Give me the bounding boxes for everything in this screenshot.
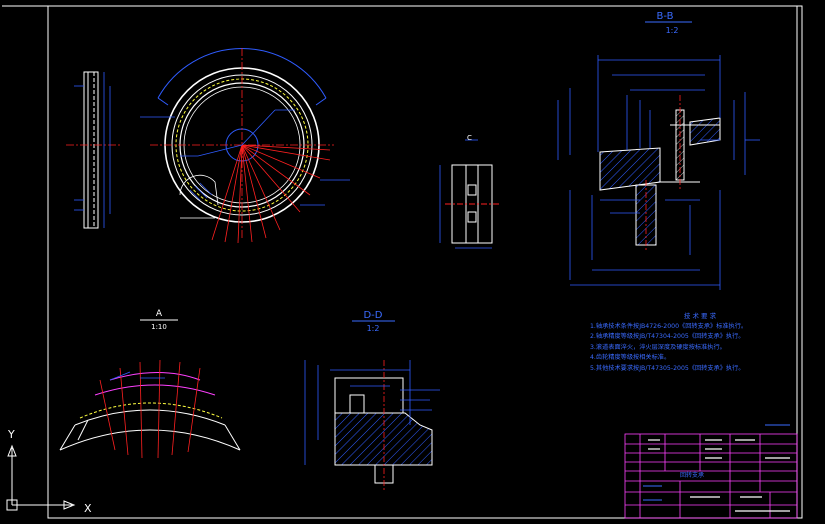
title-block	[624, 424, 798, 519]
technical-requirements: 技 术 要 求 1.轴承技术条件按JB4726-2000《回转支承》标准执行。 …	[590, 311, 790, 374]
section-bb-scale: 1:2	[666, 26, 679, 35]
section-bb-view: B-B 1:2	[557, 11, 760, 290]
tech-req-item: 5.其他技术要求按JB/T47305-2005《回转支承》执行。	[590, 364, 745, 372]
tech-req-item: 1.轴承技术条件按JB4726-2000《回转支承》标准执行。	[590, 322, 748, 330]
ucs-icon	[6, 444, 76, 511]
tech-req-item: 2.轴承精度等级按JB/T47304-2005《回转支承》执行。	[590, 333, 745, 340]
ring-side-view	[66, 71, 122, 229]
ucs-y-label: Y	[7, 428, 15, 441]
title-block-part-name: 回转支承	[680, 471, 704, 479]
section-dd-view: D-D 1:2	[304, 310, 440, 490]
detail-a-title: A	[156, 309, 163, 319]
tech-req-item: 4.齿轮精度等级按相关标准。	[590, 354, 671, 361]
ring-plan-view	[140, 47, 350, 244]
small-view-c: C	[439, 134, 500, 249]
tech-req-heading: 技 术 要 求	[683, 312, 717, 320]
detail-a-scale: 1:10	[151, 323, 167, 331]
cad-drawing-canvas[interactable]: C B-B 1:2 A 1:10 D-D 1:2 回转支承 Y X	[0, 0, 825, 524]
small-view-c-label: C	[467, 134, 472, 142]
ucs-x-label: X	[84, 502, 92, 515]
section-bb-title: B-B	[657, 11, 674, 22]
detail-a-view: A 1:10	[59, 309, 241, 459]
section-dd-scale: 1:2	[367, 324, 380, 333]
tech-req-item: 3.滚道表面淬火，淬火层深度及硬度按标准执行。	[590, 343, 726, 351]
section-dd-title: D-D	[363, 310, 382, 321]
